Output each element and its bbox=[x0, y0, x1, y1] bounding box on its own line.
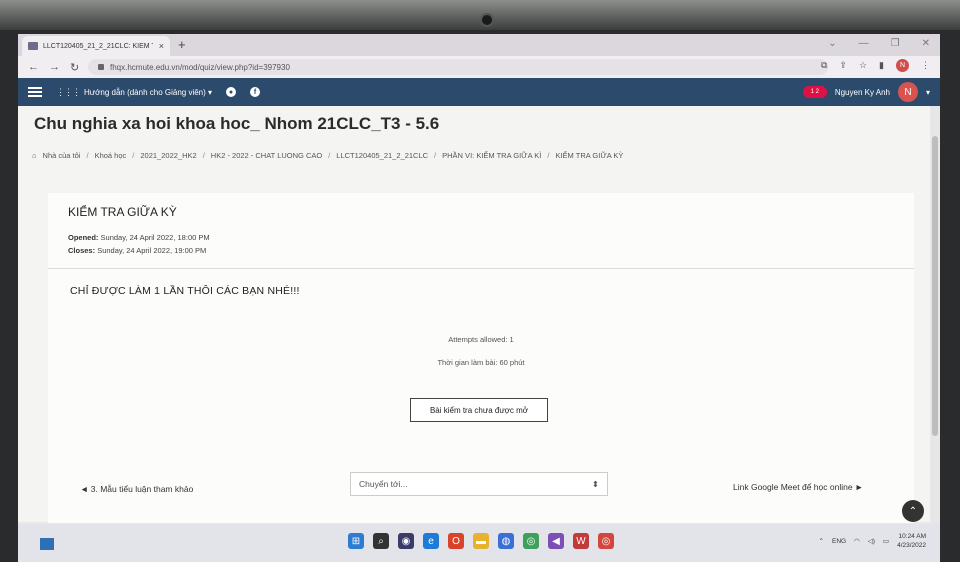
new-tab-button[interactable]: + bbox=[178, 37, 186, 52]
guide-menu[interactable]: Hướng dẫn (dành cho Giảng viên) ▾ bbox=[84, 88, 212, 97]
grid-icon: ⋮⋮⋮ bbox=[56, 86, 81, 97]
attempts-allowed: Attempts allowed: 1 bbox=[448, 335, 514, 344]
address-bar-row: ← → ↻ fhqx.hcmute.edu.vn/mod/quiz/view.p… bbox=[18, 56, 940, 78]
share-icon[interactable]: ⇪ bbox=[839, 60, 847, 71]
sidepanel-icon[interactable]: ▮ bbox=[879, 60, 884, 71]
quiz-status-button[interactable]: Bài kiểm tra chưa được mở bbox=[410, 398, 548, 422]
breadcrumb-item[interactable]: PHẦN VI: KIỂM TRA GIỮA KÌ bbox=[442, 151, 541, 160]
avatar[interactable]: N bbox=[897, 82, 918, 102]
tab-strip: LLCT120405_21_2_21CLC: KIỂM T × + ⌄ — ❐ … bbox=[18, 34, 940, 56]
breadcrumb-item[interactable]: KIỂM TRA GIỮA KỲ bbox=[555, 151, 623, 160]
notification-badge[interactable]: 1 2 bbox=[802, 86, 827, 98]
scrollbar[interactable] bbox=[930, 106, 940, 522]
caret-down-icon[interactable]: ▾ bbox=[926, 88, 930, 97]
user-name[interactable]: Nguyen Ky Anh bbox=[835, 88, 890, 97]
next-activity-link[interactable]: Link Google Meet để học online ► bbox=[733, 482, 863, 492]
breadcrumb-item[interactable]: Khoá học bbox=[95, 151, 127, 160]
back-icon[interactable]: ← bbox=[28, 61, 39, 73]
time-limit: Thời gian làm bài: 60 phút bbox=[437, 358, 525, 367]
maximize-icon[interactable]: ❐ bbox=[891, 38, 900, 49]
window-controls: ⌄ — ❐ ✕ bbox=[828, 38, 930, 49]
profile-avatar[interactable]: N bbox=[896, 59, 909, 72]
jump-to-select[interactable]: Chuyển tới... ⬍ bbox=[350, 472, 608, 496]
opened-label: Opened: bbox=[68, 233, 99, 242]
url-text: fhqx.hcmute.edu.vn/mod/quiz/view.php?id=… bbox=[110, 62, 290, 72]
breadcrumb-item[interactable]: Nhà của tôi bbox=[43, 151, 81, 160]
user-area: 1 2 Nguyen Ky Anh N ▾ bbox=[802, 82, 930, 102]
laptop-bezel bbox=[0, 0, 960, 30]
breadcrumb-item[interactable]: HK2 - 2022 - CHAT LUONG CAO bbox=[211, 151, 322, 160]
screen: LLCT120405_21_2_21CLC: KIỂM T × + ⌄ — ❐ … bbox=[18, 34, 940, 562]
menu-kebab-icon[interactable]: ⋮ bbox=[921, 60, 930, 71]
reload-icon[interactable]: ↻ bbox=[70, 61, 79, 74]
closes-label: Closes: bbox=[68, 246, 96, 255]
browser-tab[interactable]: LLCT120405_21_2_21CLC: KIỂM T × bbox=[22, 36, 170, 56]
home-icon: ⌂ bbox=[32, 151, 37, 160]
page-content: Chu nghia xa hoi khoa hoc_ Nhom 21CLC_T3… bbox=[18, 106, 940, 523]
page-title: Chu nghia xa hoi khoa hoc_ Nhom 21CLC_T3… bbox=[34, 114, 440, 133]
facebook-icon[interactable]: f bbox=[250, 87, 261, 97]
scroll-to-top-button[interactable]: ⌃ bbox=[902, 500, 924, 522]
star-icon[interactable]: ☆ bbox=[859, 60, 867, 71]
select-arrows-icon: ⬍ bbox=[591, 478, 599, 489]
hamburger-icon[interactable] bbox=[28, 87, 42, 97]
forward-icon[interactable]: → bbox=[49, 61, 60, 73]
closes-value: Sunday, 24 April 2022, 19:00 PM bbox=[97, 246, 207, 255]
close-tab-icon[interactable]: × bbox=[153, 41, 170, 51]
address-bar[interactable]: fhqx.hcmute.edu.vn/mod/quiz/view.php?id=… bbox=[88, 59, 828, 75]
help-icon[interactable]: ● bbox=[226, 87, 237, 97]
chevron-down-icon[interactable]: ⌄ bbox=[828, 38, 836, 49]
close-icon[interactable]: ✕ bbox=[922, 38, 930, 49]
breadcrumb-item[interactable]: 2021_2022_HK2 bbox=[140, 151, 196, 160]
quiz-title: KIỂM TRA GIỮA KỲ bbox=[68, 205, 177, 219]
quiz-notice: CHỈ ĐƯỢC LÀM 1 LẦN THÔI CÁC BẠN NHÉ!!! bbox=[70, 285, 300, 297]
divider bbox=[48, 268, 914, 269]
site-navbar: ⋮⋮⋮ Hướng dẫn (dành cho Giảng viên) ▾ ● … bbox=[18, 78, 940, 106]
prev-activity-link[interactable]: ◄ 3. Mẫu tiểu luận tham khảo bbox=[80, 484, 193, 494]
jump-to-label: Chuyển tới... bbox=[359, 479, 408, 489]
minimize-icon[interactable]: — bbox=[859, 38, 869, 49]
lock-icon bbox=[98, 64, 104, 70]
favicon-icon bbox=[28, 42, 38, 50]
breadcrumb-item[interactable]: LLCT120405_21_2_21CLC bbox=[336, 151, 428, 160]
translate-icon[interactable]: ⧉ bbox=[821, 60, 827, 71]
opened-value: Sunday, 24 April 2022, 18:00 PM bbox=[100, 233, 210, 242]
browser-tools: ⧉ ⇪ ☆ ▮ N ⋮ bbox=[821, 59, 930, 72]
tab-title: LLCT120405_21_2_21CLC: KIỂM T bbox=[43, 42, 153, 50]
webcam bbox=[480, 13, 494, 27]
breadcrumb: ⌂ Nhà của tôi / Khoá học/ 2021_2022_HK2/ … bbox=[32, 151, 624, 160]
laptop-bezel-bottom bbox=[0, 528, 960, 562]
quiz-dates: Opened: Sunday, 24 April 2022, 18:00 PM … bbox=[68, 231, 210, 257]
